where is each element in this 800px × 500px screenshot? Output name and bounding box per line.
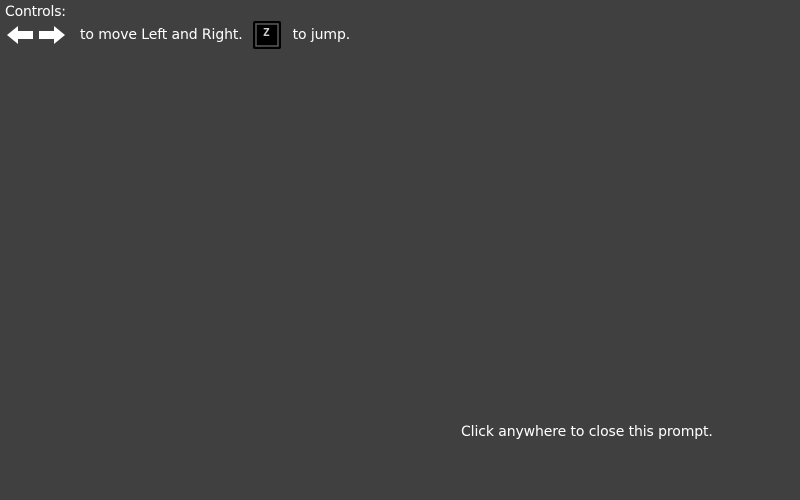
z-key-letter: Z <box>263 26 270 39</box>
game-prompt-overlay[interactable]: Controls: to move Left and Right. Z to j… <box>0 0 800 500</box>
close-prompt-text: Click anywhere to close this prompt. <box>461 424 713 440</box>
left-arrow-key-icon <box>7 26 33 44</box>
controls-row: to move Left and Right. Z to jump. <box>7 21 350 49</box>
z-key-icon: Z <box>252 21 281 49</box>
move-instruction: to move Left and Right. <box>80 27 243 43</box>
controls-title: Controls: <box>5 4 66 20</box>
jump-instruction: to jump. <box>292 27 351 43</box>
right-arrow-key-icon <box>39 26 65 44</box>
